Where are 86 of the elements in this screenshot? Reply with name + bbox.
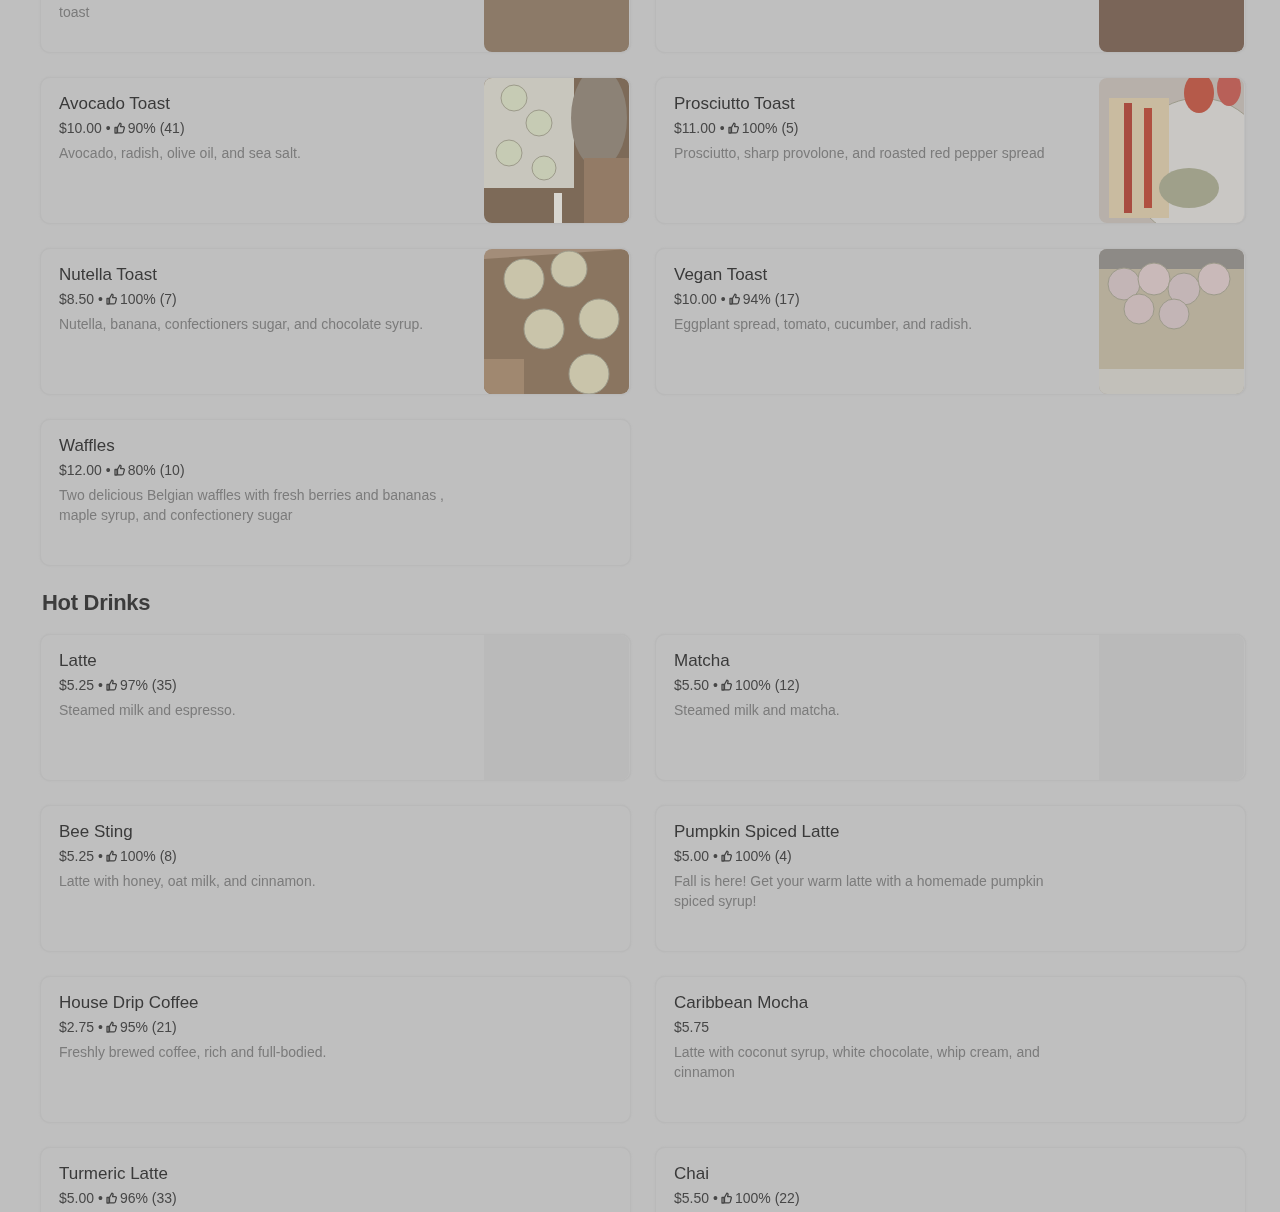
separator-dot: • [98,848,103,864]
item-rating: 100% (7) [119,291,177,307]
item-price: $5.75 [674,1019,710,1035]
item-price: $5.25 [59,848,95,864]
separator-dot: • [720,291,726,307]
menu-item-card[interactable]: Vegan Toast $10.00 • 94% (17) Eggplant spread, tomato, cucumber, and radish. [655,248,1246,395]
item-rating: 100% (5) [741,120,799,136]
item-name: Latte [59,651,98,671]
thumbs-up-icon [113,122,125,134]
item-name: Chai [674,1164,710,1184]
thumbs-up-icon [720,850,732,862]
item-description: Latte with honey, oat milk, and cinnamon. [59,872,317,891]
item-price: $8.50 [59,291,95,307]
item-name: Waffles [59,436,116,456]
menu-item-card[interactable]: House Drip Coffee $2.75 • 95% (21) Freshly brewed coffee, rich and full-bodied. [40,976,631,1123]
item-name: Vegan Toast [674,265,769,285]
menu-item-card[interactable]: Turmeric Latte $5.00 • 96% (33) [40,1147,631,1212]
item-price: $10.00 [674,291,717,307]
separator-dot: • [713,848,718,864]
item-description: Latte with coconut syrup, white chocolate, whip cream, and cinnamon [674,1043,1041,1082]
thumbs-up-icon [720,679,732,691]
separator-dot: • [719,120,725,136]
item-price: $11.00 [674,120,716,136]
separator-dot: • [105,120,111,136]
separator-dot: • [713,1190,718,1206]
item-description: Freshly brewed coffee, rich and full-bodied. [59,1043,328,1062]
item-description: Two delicious Belgian waffles with fresh berries and bananas , maple syrup, and confectionery sugar [59,486,445,525]
menu-item-card[interactable]: Pumpkin Spiced Latte $5.00 • 100% (4) Fall is here! Get your warm latte with a homemade pumpkin spiced syrup! [655,805,1246,952]
thumbs-up-icon [105,850,117,862]
menu-item-card[interactable]: Bee Sting $5.25 • 100% (8) Latte with honey, oat milk, and cinnamon. [40,805,631,952]
item-description: toast [59,3,91,22]
menu-item-card[interactable]: Prosciutto Toast $11.00 • 100% (5) Prosciutto, sharp provolone, and roasted red pepper spread [655,77,1246,224]
menu-item-card[interactable]: Avocado Toast $10.00 • 90% (41) Avocado, radish, olive oil, and sea salt. [40,77,631,224]
item-rating: 100% (12) [734,677,800,693]
item-name: Bee Sting [59,822,134,842]
item-price: $2.75 [59,1019,95,1035]
thumbs-up-icon [105,293,117,305]
menu-item-card[interactable]: Nutella Toast $8.50 • 100% (7) Nutella, banana, confectioners sugar, and chocolate syrup. [40,248,631,395]
separator-dot: • [98,1019,103,1035]
item-name: Nutella Toast [59,265,158,285]
item-description: Prosciutto, sharp provolone, and roasted red pepper spread [674,144,1046,163]
item-description: Steamed milk and espresso. [59,701,237,720]
item-price: $5.50 [674,677,710,693]
menu-item-card[interactable]: Chai $5.50 • 100% (22) [655,1147,1246,1212]
separator-dot: • [98,1190,103,1206]
item-rating: 100% (8) [119,848,177,864]
item-rating: 94% (17) [742,291,800,307]
item-rating: 100% (22) [734,1190,800,1206]
thumbs-up-icon [105,1192,117,1204]
item-price: $12.00 [59,462,102,478]
item-price: $5.00 [674,848,710,864]
item-name: Pumpkin Spiced Latte [674,822,841,842]
item-rating: 100% (4) [734,848,792,864]
item-rating: 80% (10) [127,462,185,478]
menu-item-card[interactable]: Caribbean Mocha $5.75 Latte with coconut syrup, white chocolate, whip cream, and cinnamon [655,976,1246,1123]
item-description: Nutella, banana, confectioners sugar, and chocolate syrup. [59,315,425,334]
item-rating: 90% (41) [127,120,185,136]
item-name: Turmeric Latte [59,1164,169,1184]
separator-dot: • [713,677,718,693]
thumbs-up-icon [113,464,125,476]
thumbs-up-icon [105,679,117,691]
menu-item-card[interactable]: Waffles $12.00 • 80% (10) Two delicious Belgian waffles with fresh berries and bananas , maple syrup, and confectionery sugar [40,419,631,566]
item-name: Caribbean Mocha [674,993,810,1013]
thumbs-up-icon [720,1192,732,1204]
item-name: Avocado Toast [59,94,171,114]
item-name: Matcha [674,651,731,671]
item-price: $5.00 [59,1190,95,1206]
item-rating: 97% (35) [119,677,177,693]
thumbs-up-icon [727,122,739,134]
item-name: Prosciutto Toast [674,94,796,114]
item-name: House Drip Coffee [59,993,200,1013]
thumbs-up-icon [105,1021,117,1033]
item-rating: 95% (21) [119,1019,177,1035]
item-rating: 96% (33) [119,1190,177,1206]
separator-dot: • [98,677,103,693]
item-description: Fall is here! Get your warm latte with a homemade pumpkin spiced syrup! [674,872,1045,911]
item-description: Avocado, radish, olive oil, and sea salt. [59,144,302,163]
item-description: Eggplant spread, tomato, cucumber, and radish. [674,315,974,334]
separator-dot: • [98,291,103,307]
section-heading: Hot Drinks [41,589,152,617]
thumbs-up-icon [728,293,740,305]
item-price: $5.25 [59,677,95,693]
item-price: $10.00 [59,120,102,136]
item-price: $5.50 [674,1190,710,1206]
item-description: Steamed milk and matcha. [674,701,841,720]
separator-dot: • [105,462,111,478]
